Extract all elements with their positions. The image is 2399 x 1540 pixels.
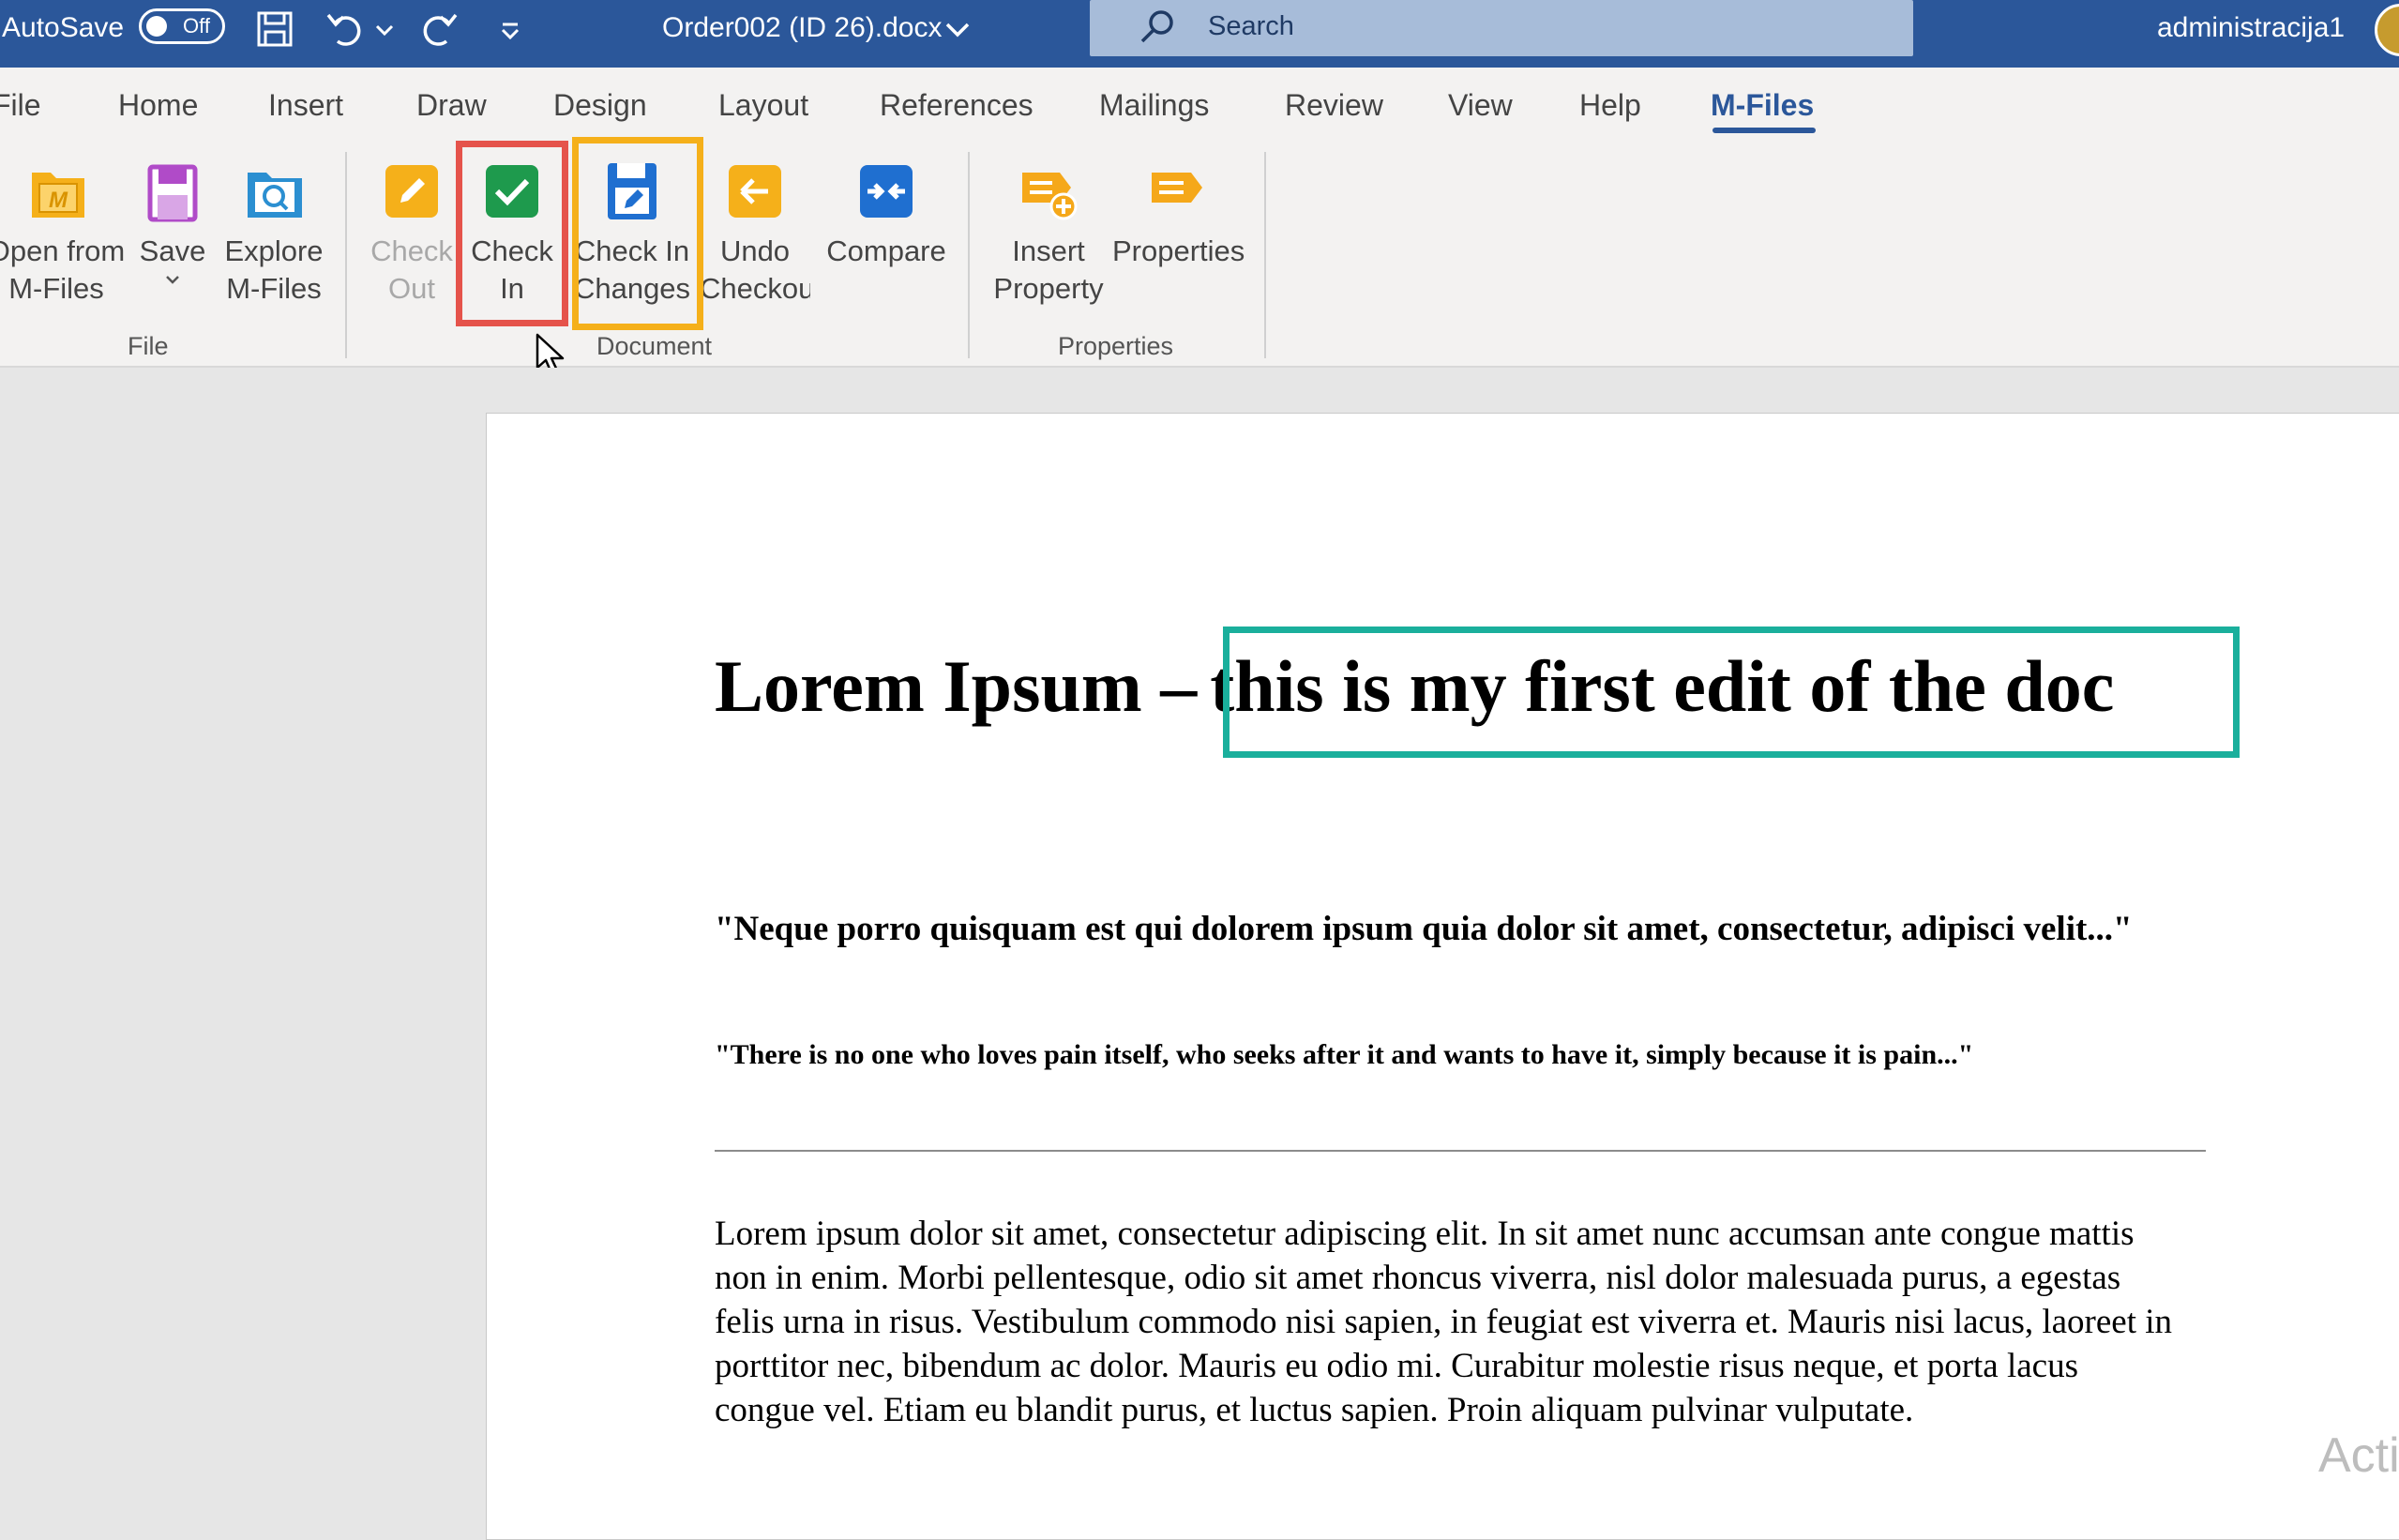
check-out-pencil-icon: [385, 165, 438, 218]
autosave-toggle[interactable]: Off: [139, 8, 225, 44]
tab-references[interactable]: References: [880, 86, 1034, 124]
check-in-highlight: [456, 141, 568, 326]
filename-dropdown-icon[interactable]: [943, 8, 972, 51]
m-files-folder-icon: M: [32, 173, 84, 218]
tab-design[interactable]: Design: [553, 86, 647, 124]
properties-tag-icon: [1152, 173, 1202, 203]
group-separator: [1264, 152, 1266, 358]
tab-help[interactable]: Help: [1579, 86, 1641, 124]
group-label-file: File: [128, 332, 169, 360]
quote-paragraph-1[interactable]: "Neque porro quisquam est qui dolorem ip…: [715, 908, 2178, 951]
group-label-properties: Properties: [1058, 332, 1174, 360]
svg-text:M: M: [49, 188, 68, 213]
insert-property-button[interactable]: Insert Property: [983, 156, 1114, 308]
undo-icon[interactable]: [323, 8, 366, 51]
search-icon: [1140, 10, 1173, 43]
group-label-document: Document: [596, 332, 713, 360]
active-tab-indicator: [1712, 128, 1816, 133]
activation-watermark: Acti: [2318, 1428, 2399, 1483]
autosave-state: Off: [183, 14, 210, 38]
tab-review[interactable]: Review: [1285, 86, 1383, 124]
open-from-m-files-button[interactable]: M Open from M-Files: [0, 156, 129, 308]
compare-arrows-icon: [860, 165, 913, 218]
save-floppy-icon: [147, 164, 198, 222]
ribbon-tabs: File Home Insert Draw Design Layout Refe…: [0, 68, 2399, 143]
title-bar: AutoSave Off Order002 (ID 26).docx Searc…: [0, 0, 2399, 68]
document-filename[interactable]: Order002 (ID 26).docx: [662, 11, 942, 45]
search-box[interactable]: Search: [1090, 0, 1913, 56]
search-placeholder: Search: [1208, 11, 1294, 41]
explore-folder-icon: [248, 173, 302, 218]
quote-paragraph-2[interactable]: "There is no one who loves pain itself, …: [715, 1037, 2178, 1073]
undo-checkout-button[interactable]: Undo Checkout: [700, 156, 810, 308]
check-in-changes-highlight: [572, 137, 703, 330]
autosave-toggle-knob: [146, 16, 167, 37]
body-paragraph[interactable]: Lorem ipsum dolor sit amet, consectetur …: [715, 1212, 2187, 1432]
check-out-button[interactable]: Check Out: [368, 156, 456, 308]
customize-quick-access-icon[interactable]: [495, 8, 525, 51]
tab-insert[interactable]: Insert: [268, 86, 343, 124]
avatar[interactable]: [2375, 4, 2399, 56]
save-icon[interactable]: [253, 8, 296, 51]
horizontal-rule: [715, 1150, 2206, 1152]
group-separator: [968, 152, 970, 358]
tab-layout[interactable]: Layout: [718, 86, 808, 124]
user-name[interactable]: administracija1: [2157, 11, 2345, 45]
tab-home[interactable]: Home: [118, 86, 198, 124]
tab-draw[interactable]: Draw: [416, 86, 487, 124]
autosave-label: AutoSave: [2, 12, 125, 43]
tab-file[interactable]: File: [0, 86, 41, 124]
compare-button[interactable]: Compare: [816, 156, 957, 270]
undo-checkout-arrow-icon: [729, 165, 781, 218]
redo-icon[interactable]: [418, 8, 461, 51]
heading-main: Lorem Ipsum –: [715, 645, 1198, 727]
group-separator: [345, 152, 347, 358]
tab-view[interactable]: View: [1448, 86, 1513, 124]
explore-m-files-button[interactable]: Explore M-Files: [219, 156, 328, 308]
properties-button[interactable]: Properties: [1112, 156, 1245, 270]
ribbon-m-files: M Open from M-Files Save Explore M-Files…: [0, 143, 2399, 368]
save-button[interactable]: Save: [135, 156, 210, 293]
heading-edit-highlight: [1223, 627, 2240, 758]
undo-dropdown-icon[interactable]: [373, 8, 396, 51]
insert-property-icon: [1022, 173, 1078, 220]
tab-mailings[interactable]: Mailings: [1099, 86, 1209, 124]
save-dropdown-icon[interactable]: [163, 270, 182, 289]
tab-m-files[interactable]: M-Files: [1711, 86, 1814, 124]
